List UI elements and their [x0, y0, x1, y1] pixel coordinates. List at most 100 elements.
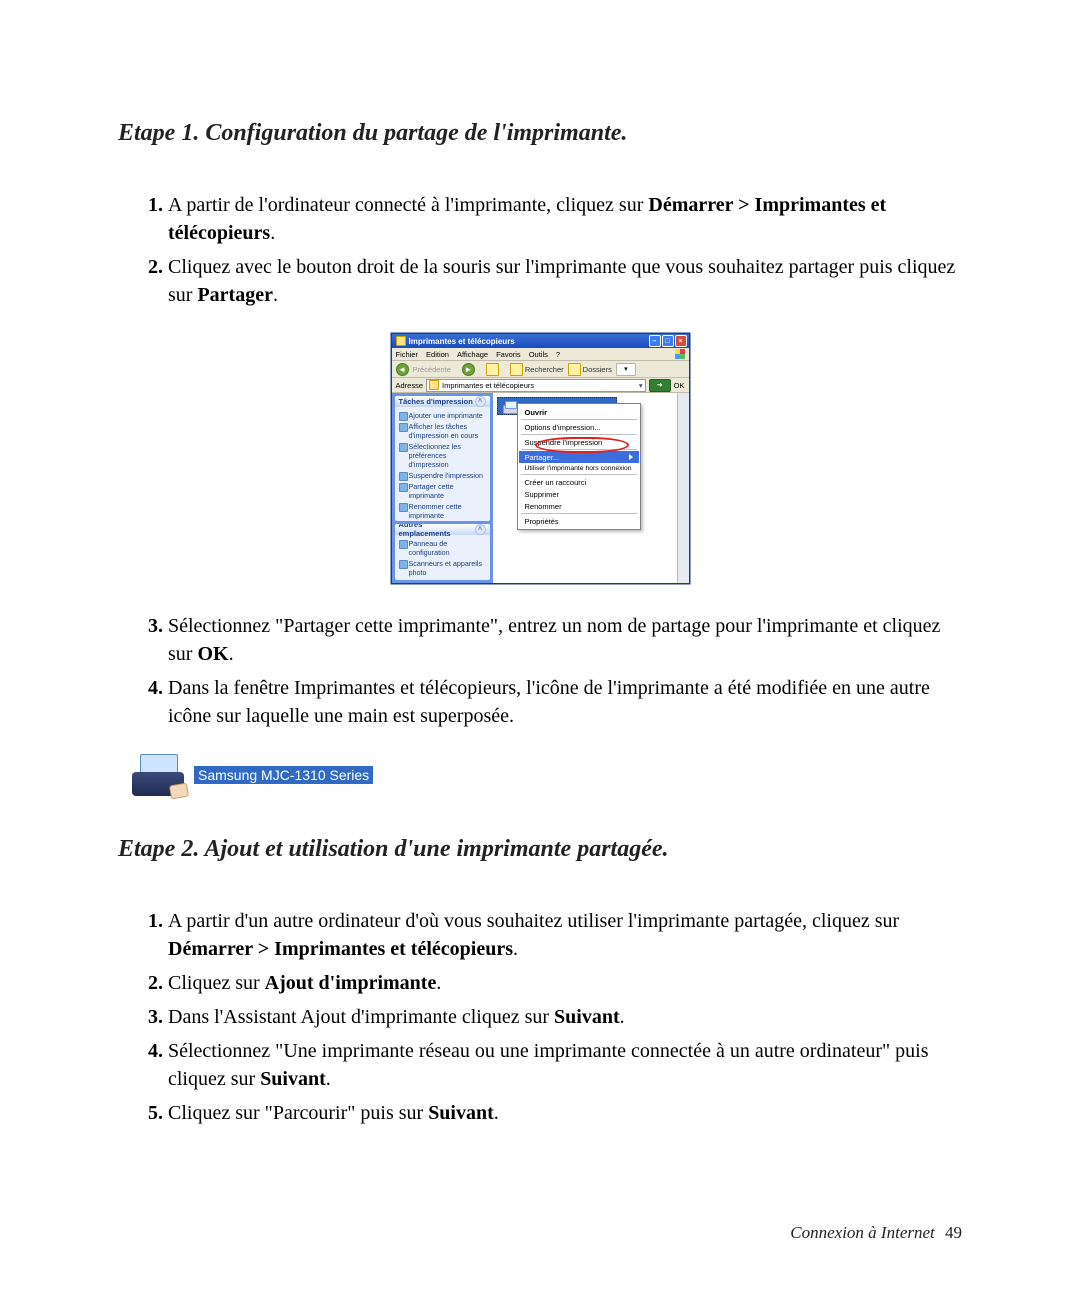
- ctx-options[interactable]: Options d'impression...: [519, 421, 639, 433]
- text: .: [326, 1068, 331, 1090]
- text: A partir de l'ordinateur connecté à l'im…: [168, 194, 648, 216]
- windows-logo-icon: [675, 349, 685, 359]
- back-label: Précédente: [413, 365, 451, 374]
- step2-item-3: Dans l'Assistant Ajout d'imprimante cliq…: [168, 1003, 962, 1031]
- text: .: [436, 972, 441, 994]
- xp-main-area: Samsung MJC-1310 Series Ouvrir Options d…: [493, 393, 677, 583]
- sidebar-other-panel: Autres emplacements ˄ Panneau de configu…: [395, 524, 490, 580]
- shared-printer-label: Samsung MJC-1310 Series: [194, 766, 373, 784]
- step1-item-4: Dans la fenêtre Imprimantes et télécopie…: [168, 674, 962, 730]
- views-button[interactable]: ▾: [616, 363, 636, 376]
- context-menu: Ouvrir Options d'impression... Suspendre…: [517, 403, 641, 530]
- forward-button[interactable]: ►: [462, 363, 475, 376]
- sidebar-tasks-header[interactable]: Tâches d'impression ˄: [395, 396, 490, 407]
- step1-item-3: Sélectionnez "Partager cette imprimante"…: [168, 612, 962, 668]
- footer-page-number: 49: [945, 1223, 962, 1242]
- bold-text: Démarrer > Imprimantes et télécopieurs: [168, 938, 513, 960]
- step1-item-2: Cliquez avec le bouton droit de la souri…: [168, 253, 962, 309]
- page-footer: Connexion à Internet 49: [790, 1223, 962, 1243]
- xp-title-text: Imprimantes et télécopieurs: [409, 337, 515, 346]
- xp-toolbar: ◄ Précédente ► Rechercher Dossiers ▾: [392, 361, 689, 378]
- menu-file[interactable]: Fichier: [396, 350, 419, 359]
- other-mydocs[interactable]: Mes documents: [399, 578, 486, 580]
- ctx-pause[interactable]: Suspendre l'impression: [519, 436, 639, 448]
- xp-menubar: Fichier Edition Affichage Favoris Outils…: [392, 348, 689, 361]
- text: .: [273, 284, 278, 306]
- menu-tools[interactable]: Outils: [529, 350, 548, 359]
- ctx-shortcut[interactable]: Créer un raccourci: [519, 476, 639, 488]
- ctx-rename[interactable]: Renommer: [519, 500, 639, 512]
- step1-list: A partir de l'ordinateur connecté à l'im…: [140, 191, 962, 309]
- search-button[interactable]: Rechercher: [510, 363, 564, 376]
- printers-folder-icon: [396, 336, 406, 346]
- footer-section: Connexion à Internet: [790, 1223, 934, 1242]
- other-scanners[interactable]: Scanneurs et appareils photo: [399, 558, 486, 578]
- task-preferences[interactable]: Sélectionnez les préférences d'impressio…: [399, 441, 486, 470]
- text: Cliquez avec le bouton droit de la souri…: [168, 256, 955, 306]
- printers-folder-icon: [429, 380, 439, 390]
- text: Dans la fenêtre Imprimantes et télécopie…: [168, 677, 930, 727]
- submenu-arrow-icon: [629, 454, 633, 460]
- text: Cliquez sur: [168, 972, 265, 994]
- other-control-panel[interactable]: Panneau de configuration: [399, 538, 486, 558]
- step2-item-5: Cliquez sur "Parcourir" puis sur Suivant…: [168, 1099, 962, 1127]
- bold-text: Partager: [197, 284, 273, 306]
- maximize-button[interactable]: □: [662, 335, 674, 347]
- sidebar-tasks-title: Tâches d'impression: [399, 397, 473, 406]
- text: Sélectionnez "Partager cette imprimante"…: [168, 615, 940, 665]
- text: Dans l'Assistant Ajout d'imprimante cliq…: [168, 1006, 554, 1028]
- menu-view[interactable]: Affichage: [457, 350, 488, 359]
- step1-title: Etape 1. Configuration du partage de l'i…: [118, 120, 962, 147]
- ctx-properties[interactable]: Propriétés: [519, 515, 639, 527]
- up-button[interactable]: [486, 363, 499, 376]
- text: A partir d'un autre ordinateur d'où vous…: [168, 910, 899, 932]
- task-rename[interactable]: Renommer cette imprimante: [399, 501, 486, 521]
- step1-item-1: A partir de l'ordinateur connecté à l'im…: [168, 191, 962, 247]
- ctx-delete[interactable]: Supprimer: [519, 488, 639, 500]
- address-path: Imprimantes et télécopieurs: [442, 381, 534, 390]
- xp-sidebar: Tâches d'impression ˄ Ajouter une imprim…: [392, 393, 493, 583]
- shared-printer-item: Samsung MJC-1310 Series: [130, 754, 373, 796]
- ctx-open[interactable]: Ouvrir: [519, 406, 639, 418]
- text: .: [620, 1006, 625, 1028]
- address-label: Adresse: [396, 381, 424, 390]
- scrollbar[interactable]: [677, 393, 689, 583]
- task-pause[interactable]: Suspendre l'impression: [399, 470, 486, 481]
- go-button[interactable]: ➜: [649, 379, 671, 392]
- step2-item-4: Sélectionnez "Une imprimante réseau ou u…: [168, 1037, 962, 1093]
- page: Etape 1. Configuration du partage de l'i…: [0, 0, 1080, 1309]
- menu-help[interactable]: ?: [556, 350, 560, 359]
- step2-item-2: Cliquez sur Ajout d'imprimante.: [168, 969, 962, 997]
- collapse-icon[interactable]: ˄: [475, 524, 486, 535]
- folders-icon: [568, 363, 581, 376]
- text: .: [494, 1102, 499, 1124]
- bold-text: Ajout d'imprimante: [265, 972, 437, 994]
- step2-list: A partir d'un autre ordinateur d'où vous…: [140, 907, 962, 1127]
- menu-edit[interactable]: Edition: [426, 350, 449, 359]
- ctx-offline[interactable]: Utiliser l'imprimante hors connexion: [519, 463, 639, 473]
- task-add-printer[interactable]: Ajouter une imprimante: [399, 410, 486, 421]
- task-view-jobs[interactable]: Afficher les tâches d'impression en cour…: [399, 421, 486, 441]
- step1-list-cont: Sélectionnez "Partager cette imprimante"…: [140, 612, 962, 730]
- bold-text: Suivant: [428, 1102, 494, 1124]
- ctx-share[interactable]: Partager...: [519, 451, 639, 463]
- sidebar-other-title: Autres emplacements: [399, 524, 475, 539]
- close-button[interactable]: ×: [675, 335, 687, 347]
- figure-xp-window: Imprimantes et télécopieurs – □ × Fichie…: [118, 333, 962, 584]
- bold-text: Suivant: [260, 1068, 326, 1090]
- address-input[interactable]: Imprimantes et télécopieurs ▾: [426, 379, 646, 392]
- sidebar-other-header[interactable]: Autres emplacements ˄: [395, 524, 490, 535]
- shared-printer-icon: [130, 754, 186, 796]
- folders-label: Dossiers: [583, 365, 612, 374]
- step2-item-1: A partir d'un autre ordinateur d'où vous…: [168, 907, 962, 963]
- minimize-button[interactable]: –: [649, 335, 661, 347]
- go-label: OK: [674, 381, 685, 390]
- menu-favorites[interactable]: Favoris: [496, 350, 521, 359]
- xp-body: Tâches d'impression ˄ Ajouter une imprim…: [392, 393, 689, 583]
- ctx-share-label: Partager...: [525, 453, 560, 462]
- xp-titlebar: Imprimantes et télécopieurs – □ ×: [392, 334, 689, 348]
- folders-button[interactable]: Dossiers: [568, 363, 612, 376]
- back-button[interactable]: ◄: [396, 363, 409, 376]
- collapse-icon[interactable]: ˄: [475, 396, 486, 407]
- task-share[interactable]: Partager cette imprimante: [399, 481, 486, 501]
